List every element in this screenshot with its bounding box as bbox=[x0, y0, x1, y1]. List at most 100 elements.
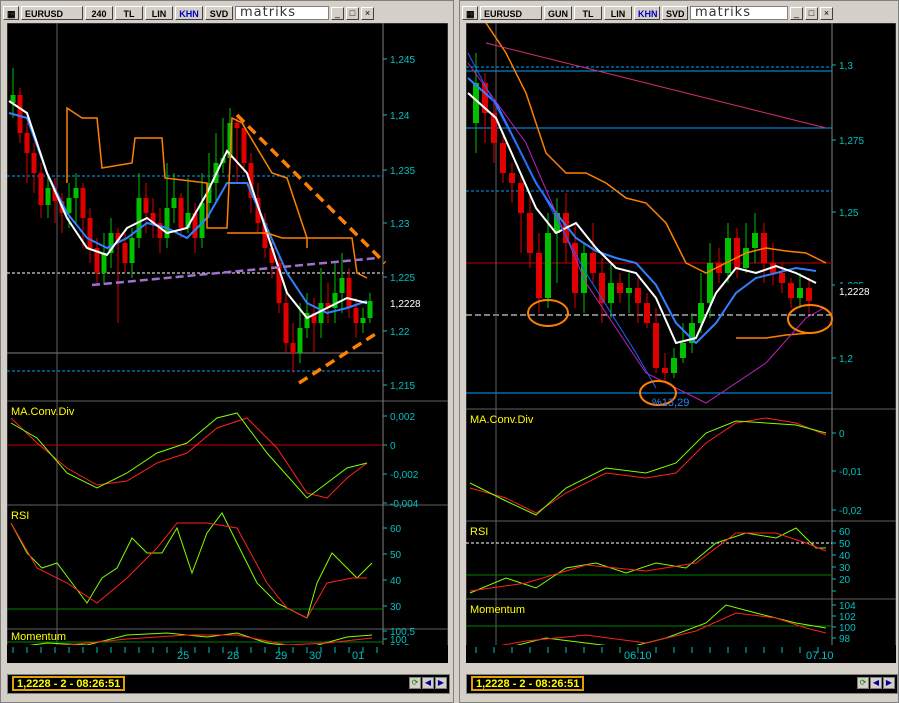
arrow-right-icon[interactable]: ▶ bbox=[883, 677, 895, 689]
matriks-logo: matriks bbox=[235, 6, 329, 20]
candle-body bbox=[797, 288, 803, 298]
candle-body bbox=[707, 263, 713, 303]
khn-button[interactable]: KHN bbox=[175, 6, 203, 20]
matriks-logo: matriks bbox=[690, 6, 788, 20]
date-label: 07.10 bbox=[806, 650, 834, 662]
minimize-icon[interactable]: _ bbox=[331, 6, 344, 20]
refresh-icon[interactable]: ⟳ bbox=[409, 677, 421, 689]
candle-body bbox=[234, 123, 240, 128]
price-tick-label: 1,2 bbox=[839, 354, 853, 365]
window-menu-icon[interactable]: ▦ bbox=[462, 6, 478, 20]
candle-body bbox=[80, 188, 86, 218]
refresh-icon[interactable]: ⟳ bbox=[857, 677, 869, 689]
chart-toolbar: ▦ EURUSD 240 TL LIN KHN SVD matriks _ □ … bbox=[3, 4, 451, 22]
scale-button[interactable]: LIN bbox=[604, 6, 632, 20]
maximize-icon[interactable]: □ bbox=[346, 6, 359, 20]
last-price-label: 1,2228 bbox=[390, 299, 421, 310]
chart-area[interactable]: 1,245 1,24 1,235 1,23 1,225 1,22 1,215 1,2228 MA… bbox=[6, 22, 449, 666]
scale-button[interactable]: LIN bbox=[145, 6, 173, 20]
chart-svg: 1,31,2751,251,2251,21,2228MA.Conv.Div0-0… bbox=[465, 22, 897, 666]
candle-body bbox=[653, 323, 659, 368]
candle-body bbox=[45, 188, 51, 205]
arrow-left-icon[interactable]: ◀ bbox=[870, 677, 882, 689]
indicator-label: RSI bbox=[470, 526, 488, 538]
indicator-label: MA.Conv.Div bbox=[11, 406, 75, 418]
candle-body bbox=[171, 198, 177, 208]
candle-body bbox=[518, 183, 524, 213]
candle-body bbox=[143, 198, 149, 213]
indicator-tick-label: 40 bbox=[839, 551, 851, 562]
currency-button[interactable]: TL bbox=[574, 6, 602, 20]
date-label: 25 bbox=[177, 650, 189, 662]
indicator-tick-label: -0,004 bbox=[390, 499, 419, 510]
period-button[interactable]: GUN bbox=[544, 6, 572, 20]
maximize-icon[interactable]: □ bbox=[805, 6, 818, 20]
price-tick-label: 1,24 bbox=[390, 111, 410, 122]
candle-body bbox=[17, 95, 23, 133]
khn-button[interactable]: KHN bbox=[634, 6, 660, 20]
candle-body bbox=[545, 233, 551, 298]
candle-body bbox=[178, 198, 184, 228]
candle-body bbox=[346, 278, 352, 308]
chart-area[interactable]: 1,31,2751,251,2251,21,2228MA.Conv.Div0-0… bbox=[465, 22, 897, 666]
candle-body bbox=[806, 288, 812, 301]
candle-body bbox=[635, 288, 641, 303]
candle-body bbox=[24, 133, 30, 153]
symbol-field[interactable]: EURUSD bbox=[480, 6, 542, 20]
candle-body bbox=[241, 128, 247, 163]
candle-body bbox=[590, 253, 596, 273]
arrow-right-icon[interactable]: ▶ bbox=[435, 677, 447, 689]
price-tick-label: 1,215 bbox=[390, 381, 415, 392]
candle-body bbox=[87, 218, 93, 248]
indicator-tick-label: -0,02 bbox=[839, 506, 862, 517]
candle-body bbox=[136, 198, 142, 238]
candle-body bbox=[360, 318, 366, 323]
indicator-tick-label: 0,002 bbox=[390, 412, 415, 423]
status-bar: 1,2228 - 2 - 08:26:51 ⟳ ◀ ▶ bbox=[466, 674, 898, 694]
close-icon[interactable]: × bbox=[820, 6, 833, 20]
candle-body bbox=[734, 238, 740, 268]
price-tick-label: 1,235 bbox=[390, 166, 415, 177]
candle-body bbox=[353, 308, 359, 323]
minimize-icon[interactable]: _ bbox=[790, 6, 803, 20]
chart-window-4h: ▦ EURUSD 240 TL LIN KHN SVD matriks _ □ … bbox=[0, 0, 454, 703]
candle-body bbox=[31, 153, 37, 173]
chart-window-daily: ▦ EURUSD GUN TL LIN KHN SVD matriks _ □ … bbox=[459, 0, 899, 703]
indicator-label: RSI bbox=[11, 510, 29, 522]
svd-button[interactable]: SVD bbox=[205, 6, 233, 20]
date-label: 01 bbox=[352, 650, 364, 662]
candle-body bbox=[290, 343, 296, 353]
candle-body bbox=[662, 368, 668, 373]
svd-button[interactable]: SVD bbox=[662, 6, 688, 20]
candle-body bbox=[527, 213, 533, 253]
indicator-label: Momentum bbox=[470, 604, 525, 616]
indicator-tick-label: -0,002 bbox=[390, 470, 419, 481]
candle-body bbox=[788, 283, 794, 298]
candle-body bbox=[339, 278, 345, 293]
close-icon[interactable]: × bbox=[361, 6, 374, 20]
candle-body bbox=[66, 198, 72, 213]
date-label: 28 bbox=[227, 650, 239, 662]
status-bar: 1,2228 - 2 - 08:26:51 ⟳ ◀ ▶ bbox=[7, 674, 450, 694]
candle-body bbox=[297, 328, 303, 353]
indicator-label: MA.Conv.Div bbox=[470, 414, 534, 426]
indicator-tick-label: 30 bbox=[390, 602, 402, 613]
fib-label: %13,29 bbox=[652, 397, 689, 409]
indicator-tick-label: 60 bbox=[839, 527, 851, 538]
price-tick-label: 1,3 bbox=[839, 61, 853, 72]
window-menu-icon[interactable]: ▦ bbox=[3, 6, 19, 20]
period-button[interactable]: 240 bbox=[85, 6, 113, 20]
candle-body bbox=[73, 188, 79, 198]
indicator-tick-label: 60 bbox=[390, 524, 402, 535]
currency-button[interactable]: TL bbox=[115, 6, 143, 20]
date-label: 29 bbox=[275, 650, 287, 662]
indicator-tick-label: -0,01 bbox=[839, 467, 862, 478]
date-label: 30 bbox=[309, 650, 321, 662]
price-tick-label: 1,225 bbox=[390, 273, 415, 284]
candle-body bbox=[500, 143, 506, 173]
arrow-left-icon[interactable]: ◀ bbox=[422, 677, 434, 689]
indicator-tick-label: 0 bbox=[839, 429, 845, 440]
last-price-status: 1,2228 - 2 - 08:26:51 bbox=[471, 676, 585, 691]
candle-body bbox=[680, 343, 686, 358]
symbol-field[interactable]: EURUSD bbox=[21, 6, 83, 20]
